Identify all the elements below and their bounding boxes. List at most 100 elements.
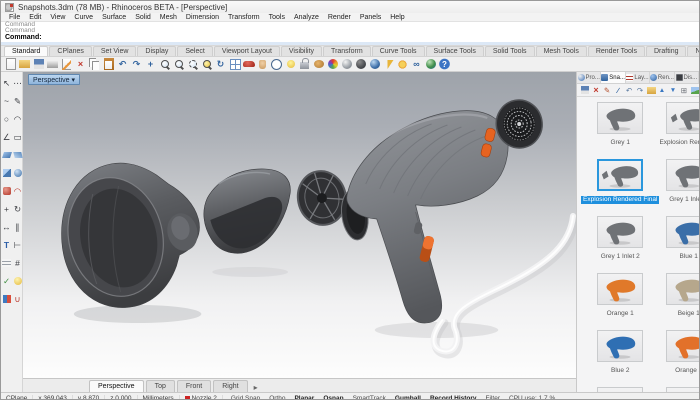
menu-item[interactable]: Edit	[25, 14, 45, 21]
toolbar-tab[interactable]: CPlanes	[49, 46, 91, 56]
import-icon[interactable]	[646, 85, 656, 96]
snapshot-item[interactable]: Beige 1	[659, 273, 699, 330]
boolean-union-icon[interactable]	[1, 182, 12, 200]
move-up-icon[interactable]: ▲	[657, 85, 667, 96]
snapshot-item[interactable]: Grey 1 Inlet 1	[659, 159, 699, 216]
redo-icon[interactable]: ↷	[130, 57, 143, 71]
dimension-icon[interactable]: ⊢	[12, 236, 23, 254]
snapshot-thumbnail[interactable]	[597, 216, 643, 248]
zoom-selected-icon[interactable]	[200, 57, 213, 71]
lamp-icon[interactable]	[12, 272, 23, 290]
update-snapshot-icon[interactable]: ∕	[613, 85, 623, 96]
toolbar-tab[interactable]: Solid Tools	[485, 46, 535, 56]
viewport-tab[interactable]: Front	[177, 380, 211, 392]
perspective-viewport[interactable]: Perspective ▾	[23, 72, 576, 378]
grid-icon[interactable]: #	[12, 254, 23, 272]
units-label[interactable]: Millimeters	[138, 395, 180, 400]
zoom-dynamic-icon[interactable]	[158, 57, 171, 71]
main-body-part[interactable]	[339, 111, 509, 323]
current-layer[interactable]: Nozzle 2	[180, 395, 223, 400]
print-icon[interactable]	[46, 57, 59, 71]
surface-icon[interactable]	[1, 146, 12, 164]
toolbar-tab[interactable]: Display	[137, 46, 176, 56]
status-toggle[interactable]: Grid Snap	[231, 395, 260, 400]
rendered-mode-icon[interactable]	[354, 57, 367, 71]
polyline-icon[interactable]: ∠	[1, 128, 12, 146]
status-toggle[interactable]: Planar	[294, 395, 314, 400]
snapshot-item[interactable]: Grey 1	[581, 102, 659, 159]
toolbar-tab[interactable]: Render Tools	[588, 46, 645, 56]
selection-filter-icon[interactable]: ⋯	[12, 74, 23, 92]
cplane-label[interactable]: CPlane	[1, 395, 33, 400]
move-down-icon[interactable]: ▼	[668, 85, 678, 96]
copy-icon[interactable]	[88, 57, 101, 71]
snapshot-thumbnail[interactable]	[597, 273, 643, 305]
menu-item[interactable]: Analyze	[290, 14, 323, 21]
status-toggle[interactable]: Filter	[486, 395, 500, 400]
paste-icon[interactable]	[102, 57, 115, 71]
undo-icon[interactable]: ↶	[116, 57, 129, 71]
layers-stack-icon[interactable]	[1, 254, 12, 272]
menu-item[interactable]: File	[5, 14, 24, 21]
raytraced-mode-icon[interactable]	[368, 57, 381, 71]
menu-item[interactable]: Transform	[224, 14, 264, 21]
snapshot-item[interactable]	[659, 387, 699, 392]
snapshot-thumbnail[interactable]	[666, 216, 699, 248]
snapshot-thumbnail[interactable]	[666, 159, 699, 191]
edit-notes-icon[interactable]	[60, 57, 73, 71]
redo-icon[interactable]: ↷	[635, 85, 645, 96]
delete-snapshot-icon[interactable]: ×	[591, 85, 601, 96]
render-bolt-icon[interactable]	[382, 57, 395, 71]
snapshot-thumbnail[interactable]	[597, 330, 643, 362]
status-toggle[interactable]: SmartTrack	[353, 395, 386, 400]
snapshot-item[interactable]: Explosion Rendered Final	[581, 159, 659, 216]
globe-icon[interactable]	[424, 57, 437, 71]
toolbar-tab[interactable]: Transform	[323, 46, 371, 56]
menu-item[interactable]: Solid	[131, 14, 155, 21]
save-icon[interactable]	[32, 57, 45, 71]
rectangle-icon[interactable]: ▭	[12, 128, 23, 146]
curve-icon[interactable]: ~	[1, 92, 12, 110]
toolbar-tab[interactable]: New in V6	[687, 46, 700, 56]
snapshot-item[interactable]: Explosion Rendered	[659, 102, 699, 159]
loft-surface-icon[interactable]	[12, 146, 23, 164]
new-file-icon[interactable]	[4, 57, 17, 71]
arc-icon[interactable]: ◠	[12, 110, 23, 128]
toolbar-tab[interactable]: Surface Tools	[426, 46, 484, 56]
shaded-mode-icon[interactable]	[340, 57, 353, 71]
toolbar-tab[interactable]: Standard	[4, 46, 48, 56]
snapshot-thumbnail[interactable]	[666, 387, 699, 392]
snapshot-item[interactable]	[581, 387, 659, 392]
snapshot-thumbnail[interactable]	[597, 387, 643, 392]
mid-housing-part[interactable]	[204, 169, 290, 253]
check-icon[interactable]: ✓	[1, 272, 12, 290]
circle-icon[interactable]: ○	[1, 110, 12, 128]
rear-housing-part[interactable]	[56, 163, 202, 307]
history-clock-icon[interactable]	[270, 57, 283, 71]
zoom-window-icon[interactable]	[186, 57, 199, 71]
rename-snapshot-icon[interactable]: ✎	[602, 85, 612, 96]
tab-properties[interactable]: Pro...	[577, 72, 601, 83]
3d-scene[interactable]	[23, 72, 576, 378]
menu-item[interactable]: Tools	[265, 14, 289, 21]
viewport-layout-icon[interactable]	[228, 57, 241, 71]
select-pointer-icon[interactable]: ↖	[1, 74, 12, 92]
zoom-out-icon[interactable]	[172, 57, 185, 71]
pan-hand-icon[interactable]	[256, 57, 269, 71]
snapshot-item[interactable]: Blue 2	[581, 330, 659, 387]
viewport-tab-menu-icon[interactable]: ▸	[250, 383, 262, 392]
mirror-icon[interactable]: ∥	[12, 218, 23, 236]
menu-item[interactable]: Panels	[356, 14, 385, 21]
undo-icon[interactable]: ↶	[624, 85, 634, 96]
fillet-icon[interactable]: ◠	[12, 182, 23, 200]
paint-icon[interactable]	[1, 290, 12, 308]
material-palette-icon[interactable]	[312, 57, 325, 71]
text-icon[interactable]: T	[1, 236, 12, 254]
command-prompt[interactable]: Command:	[1, 34, 699, 42]
magnet-icon[interactable]: ∪	[12, 290, 23, 308]
menu-item[interactable]: Curve	[70, 14, 97, 21]
viewport-title-chip[interactable]: Perspective ▾	[28, 74, 80, 85]
toolbar-tab[interactable]: Viewport Layout	[214, 46, 280, 56]
snapshot-thumbnail[interactable]	[666, 102, 699, 134]
open-file-icon[interactable]	[18, 57, 31, 71]
